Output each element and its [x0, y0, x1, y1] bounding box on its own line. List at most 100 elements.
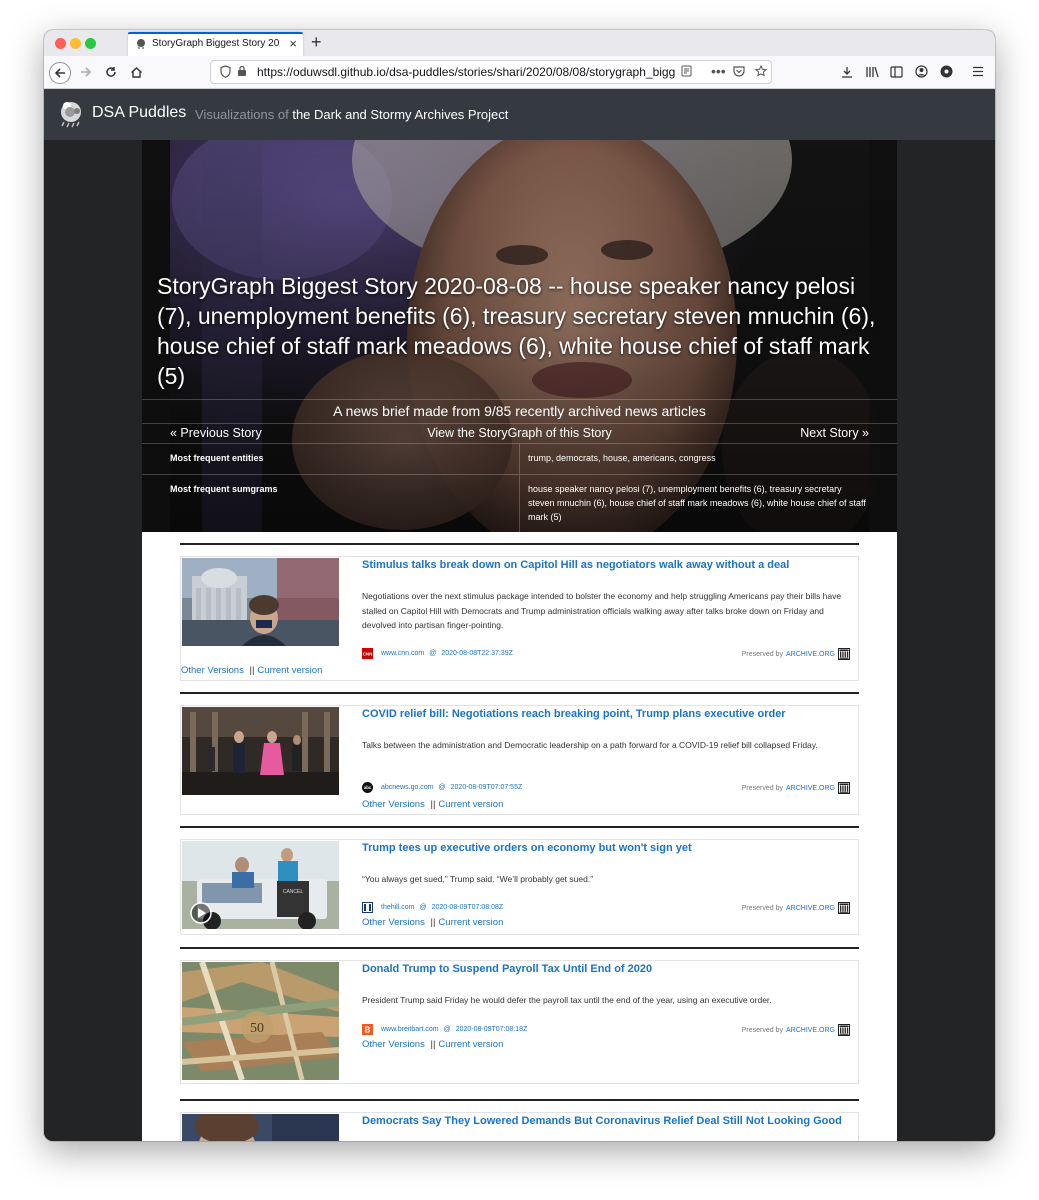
new-tab-button[interactable]: +	[311, 32, 322, 53]
pocket-icon[interactable]	[733, 65, 745, 77]
other-versions-link[interactable]: Other Versions	[362, 917, 425, 928]
tab-strip: StoryGraph Biggest Story 2020 × +	[44, 30, 995, 56]
account-icon[interactable]	[915, 65, 928, 78]
article-memento-datetime[interactable]: 2020-08-09T07:08:08Z	[432, 904, 504, 911]
other-versions-link[interactable]: Other Versions	[181, 665, 244, 676]
dsa-puddles-logo-icon[interactable]	[56, 98, 88, 130]
the-hill-logo-icon	[362, 902, 373, 913]
article-source-domain[interactable]: www.breitbart.com	[381, 1026, 439, 1033]
brand-subtitle: Visualizations of the Dark and Stormy Ar…	[195, 107, 508, 122]
article-thumbnail-image[interactable]	[182, 558, 339, 646]
previous-story-link[interactable]: « Previous Story	[170, 423, 262, 443]
article-card-body: Democrats Say They Lowered Demands But C…	[180, 1112, 859, 1141]
site-favicon-icon	[137, 39, 145, 49]
reload-icon	[106, 67, 116, 77]
archive-org-link[interactable]: ARCHIVE.ORG	[786, 1027, 835, 1034]
preserved-by: Preserved by ARCHIVE.ORG	[742, 1024, 850, 1036]
menu-hamburger-icon[interactable]	[972, 66, 984, 77]
article-card: Stimulus talks break down on Capitol Hil…	[180, 543, 859, 683]
entities-value: trump, democrats, house, americans, cong…	[528, 453, 716, 463]
sumgrams-value: house speaker nancy pelosi (7), unemploy…	[528, 484, 866, 522]
article-memento-datetime[interactable]: 2020-08-09T07:08:18Z	[456, 1026, 528, 1033]
other-versions-link[interactable]: Other Versions	[362, 1039, 425, 1050]
minimize-window-button[interactable]	[70, 38, 81, 49]
entities-label: Most frequent entities	[170, 453, 264, 463]
other-versions-link[interactable]: Other Versions	[362, 799, 425, 810]
browser-toolbar: https://oduwsdl.github.io/dsa-puddles/st…	[44, 56, 995, 89]
article-source-domain[interactable]: abcnews.go.com	[381, 784, 434, 791]
current-version-link[interactable]: Current version	[438, 917, 503, 928]
section-divider	[180, 826, 859, 828]
article-card: 50 Donald Trump to Suspend Payroll Tax U…	[180, 947, 859, 1090]
article-versions-links: Other Versions || Current version	[181, 665, 322, 676]
article-headline[interactable]: Democrats Say They Lowered Demands But C…	[362, 1115, 842, 1127]
preserved-by: Preserved by ARCHIVE.ORG	[742, 648, 850, 660]
address-bar[interactable]: https://oduwsdl.github.io/dsa-puddles/st…	[210, 60, 772, 84]
close-window-button[interactable]	[55, 38, 66, 49]
article-headline[interactable]: Trump tees up executive orders on econom…	[362, 842, 842, 854]
current-version-link[interactable]: Current version	[438, 799, 503, 810]
arrow-right-icon	[81, 67, 92, 77]
svg-text:CNN: CNN	[363, 652, 373, 657]
article-source-domain[interactable]: www.cnn.com	[381, 650, 424, 657]
home-button[interactable]	[126, 62, 146, 82]
article-thumbnail-image[interactable]	[182, 707, 339, 795]
sidebar-icon[interactable]	[890, 66, 903, 78]
reader-view-icon[interactable]	[681, 65, 692, 77]
article-excerpt: “You always get sued,” Trump said. “We’l…	[362, 874, 594, 884]
preserved-by-label: Preserved by	[741, 650, 783, 658]
bookmark-star-icon[interactable]	[755, 65, 767, 77]
home-icon	[130, 66, 142, 78]
article-meta: thehill.com @ 2020-08-09T07:08:08Z	[362, 902, 503, 913]
article-meta: abc abcnews.go.com @ 2020-08-09T07:07:55…	[362, 782, 522, 793]
cnn-logo-icon: CNN	[362, 648, 373, 659]
article-source-domain[interactable]: thehill.com	[381, 904, 414, 911]
downloads-icon[interactable]	[841, 66, 853, 78]
separator: ||	[430, 917, 436, 928]
archive-org-building-icon[interactable]	[838, 648, 850, 660]
article-memento-datetime[interactable]: 2020-08-08T22:37:39Z	[441, 650, 513, 657]
article-headline[interactable]: Stimulus talks break down on Capitol Hil…	[362, 559, 842, 571]
archive-org-building-icon[interactable]	[838, 902, 850, 914]
archive-org-building-icon[interactable]	[838, 1024, 850, 1036]
section-divider	[180, 1099, 859, 1101]
archive-org-link[interactable]: ARCHIVE.ORG	[786, 905, 835, 912]
forward-button[interactable]	[76, 62, 96, 82]
article-thumbnail-image[interactable]	[182, 1114, 339, 1141]
brand-subtitle-project[interactable]: the Dark and Stormy Archives Project	[292, 107, 508, 122]
zoom-window-button[interactable]	[85, 38, 96, 49]
svg-text:CANCEL: CANCEL	[283, 889, 304, 895]
next-story-link[interactable]: Next Story »	[800, 423, 869, 443]
tab-close-icon[interactable]: ×	[289, 36, 297, 51]
library-icon[interactable]	[866, 66, 879, 78]
browser-tab-active[interactable]: StoryGraph Biggest Story 2020 ×	[128, 32, 303, 56]
reload-button[interactable]	[101, 62, 121, 82]
article-card-body: Stimulus talks break down on Capitol Hil…	[180, 556, 859, 681]
page-actions-icon[interactable]: •••	[711, 63, 726, 79]
story-hero: StoryGraph Biggest Story 2020-08-08 -- h…	[142, 140, 897, 532]
article-memento-datetime[interactable]: 2020-08-09T07:07:55Z	[451, 784, 523, 791]
svg-text:B: B	[365, 1026, 371, 1035]
article-headline[interactable]: Donald Trump to Suspend Payroll Tax Unti…	[362, 963, 842, 975]
article-card-body: COVID relief bill: Negotiations reach br…	[180, 705, 859, 815]
back-button[interactable]	[49, 62, 71, 84]
article-card-body: 50 Donald Trump to Suspend Payroll Tax U…	[180, 960, 859, 1084]
article-thumbnail-image[interactable]: 50	[182, 962, 339, 1080]
archive-org-link[interactable]: ARCHIVE.ORG	[786, 785, 835, 792]
lock-icon[interactable]	[237, 65, 247, 77]
archive-org-building-icon[interactable]	[838, 782, 850, 794]
article-headline[interactable]: COVID relief bill: Negotiations reach br…	[362, 708, 842, 720]
shield-icon[interactable]	[220, 65, 231, 78]
current-version-link[interactable]: Current version	[257, 665, 322, 676]
current-version-link[interactable]: Current version	[438, 1039, 503, 1050]
extension-icon[interactable]	[940, 65, 953, 78]
brand-name[interactable]: DSA Puddles	[92, 104, 186, 122]
archive-org-link[interactable]: ARCHIVE.ORG	[786, 651, 835, 658]
article-card: COVID relief bill: Negotiations reach br…	[180, 692, 859, 818]
article-thumbnail-image[interactable]: CANCEL	[182, 841, 339, 929]
section-divider	[180, 543, 859, 545]
separator: ||	[249, 665, 255, 676]
article-versions-links: Other Versions || Current version	[362, 1039, 503, 1050]
page-viewport: DSA Puddles Visualizations of the Dark a…	[44, 89, 995, 1141]
at-sign: @	[429, 650, 437, 657]
